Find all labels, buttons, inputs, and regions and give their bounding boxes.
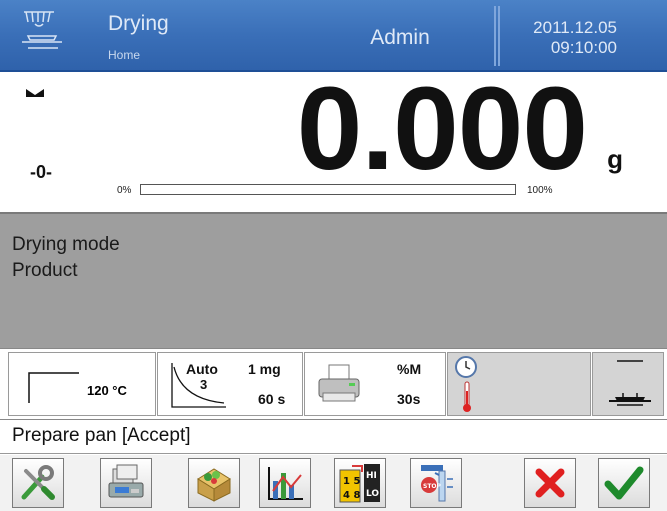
cancel-button[interactable]	[524, 458, 576, 508]
header-bar: Drying Home Admin 2011.12.05 09:10:00	[0, 0, 667, 72]
status-row: 120 °C Auto 3 1 mg 60 s %M 30s	[0, 348, 667, 420]
finish-mode-label: Auto	[186, 361, 218, 377]
products-button[interactable]	[188, 458, 240, 508]
finish-mode-number: 3	[200, 377, 208, 392]
chart-icon	[268, 467, 303, 500]
bar-max-label: 100%	[527, 185, 553, 196]
heating-temperature: 120 °C	[87, 383, 127, 398]
accept-button[interactable]	[598, 458, 650, 508]
database-button[interactable]	[100, 458, 152, 508]
svg-text:4 8: 4 8	[343, 490, 360, 501]
red-x-icon	[535, 468, 565, 498]
green-check-icon	[604, 466, 644, 500]
finish-delta-time: 60 s	[258, 391, 286, 407]
pan-status-box[interactable]	[592, 352, 664, 416]
message-line: Prepare pan [Accept]	[0, 420, 667, 454]
header-separator	[494, 6, 500, 66]
heating-profile-box[interactable]: 120 °C	[8, 352, 156, 416]
finish-delta-mass: 1 mg	[248, 361, 281, 377]
drying-weighing-pan-icon[interactable]	[18, 4, 68, 64]
database-icon	[108, 464, 144, 498]
bar-min-label: 0%	[117, 185, 132, 196]
svg-text:1 5: 1 5	[343, 476, 360, 487]
svg-text:STOP: STOP	[423, 483, 442, 490]
mass-unit[interactable]: g	[607, 144, 623, 175]
app-title: Drying	[108, 12, 169, 35]
hi-lo-icon: 1 5 4 8 HI LO	[339, 464, 380, 503]
time-label: 09:10:00	[550, 38, 617, 57]
screen-subtitle: Home	[108, 48, 141, 62]
wrench-screwdriver-icon	[21, 465, 55, 500]
printer-icon	[318, 364, 360, 402]
stop-mode-icon: STOP	[421, 465, 453, 502]
mass-reading: 0.000	[296, 63, 588, 195]
stable-indicator-icon	[26, 84, 44, 97]
standard-heating-profile-icon	[28, 372, 79, 403]
load-bargraph	[140, 184, 516, 195]
clock-icon	[455, 356, 477, 378]
printout-interval: 30s	[397, 391, 421, 407]
date-label: 2011.12.05	[533, 18, 617, 37]
printout-box[interactable]: %M 30s	[304, 352, 446, 416]
logged-user[interactable]: Admin	[330, 26, 470, 50]
svg-text:LO: LO	[366, 489, 379, 499]
info-panel[interactable]: Drying mode Product	[0, 212, 667, 348]
tools-button[interactable]	[12, 458, 64, 508]
stop-mode-button[interactable]: STOP	[410, 458, 462, 508]
pan-status-icon	[609, 360, 651, 406]
info-drying-mode: Drying mode	[12, 234, 120, 255]
graph-button[interactable]	[259, 458, 311, 508]
hi-lo-button[interactable]: 1 5 4 8 HI LO	[334, 458, 386, 508]
message-text: Prepare pan [Accept]	[12, 425, 191, 446]
printout-unit: %M	[397, 361, 422, 377]
zero-indicator: -0-	[30, 162, 52, 182]
timer-temperature-box[interactable]	[447, 352, 591, 416]
svg-text:HI: HI	[366, 471, 377, 481]
finish-mode-box[interactable]: Auto 3 1 mg 60 s	[157, 352, 303, 416]
info-product: Product	[12, 260, 78, 281]
product-box-icon	[197, 468, 231, 502]
button-bar: 1 5 4 8 HI LO STOP	[0, 455, 667, 511]
thermometer-icon	[463, 381, 471, 412]
weighing-display: -0- 0.000 g 0% 100%	[0, 64, 667, 212]
